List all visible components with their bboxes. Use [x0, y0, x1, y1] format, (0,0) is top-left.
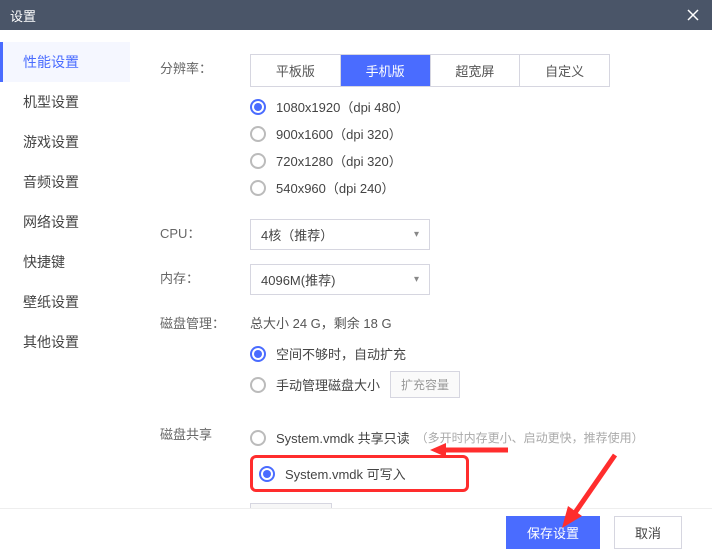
- radio-icon: [250, 430, 266, 446]
- close-icon[interactable]: [684, 6, 702, 24]
- label-cpu: CPU：: [160, 219, 250, 242]
- label-resolution: 分辨率：: [160, 54, 250, 77]
- radio-icon: [259, 466, 275, 482]
- cancel-button[interactable]: 取消: [614, 516, 682, 549]
- highlight-box: System.vmdk 可写入: [250, 455, 469, 492]
- sidebar-item-network[interactable]: 网络设置: [0, 202, 130, 242]
- radio-icon: [250, 153, 266, 169]
- tab-phone[interactable]: 手机版: [341, 55, 431, 86]
- resolution-tabs: 平板版 手机版 超宽屏 自定义: [250, 54, 610, 87]
- chevron-down-icon: ▾: [414, 229, 419, 240]
- radio-icon: [250, 180, 266, 196]
- disk-share-option-1[interactable]: System.vmdk 可写入: [259, 464, 406, 483]
- tab-tablet[interactable]: 平板版: [251, 55, 341, 86]
- sidebar-item-shortcut[interactable]: 快捷键: [0, 242, 130, 282]
- content-panel: 分辨率： 平板版 手机版 超宽屏 自定义 1080x1920（dpi 480） …: [130, 30, 712, 508]
- sidebar-item-performance[interactable]: 性能设置: [0, 42, 130, 82]
- sidebar-item-wallpaper[interactable]: 壁纸设置: [0, 282, 130, 322]
- radio-icon: [250, 99, 266, 115]
- sidebar: 性能设置 机型设置 游戏设置 音频设置 网络设置 快捷键 壁纸设置 其他设置: [0, 30, 130, 508]
- sidebar-item-audio[interactable]: 音频设置: [0, 162, 130, 202]
- disk-share-hint: （多开时内存更小、启动更快，推荐使用）: [416, 429, 644, 446]
- res-option-3[interactable]: 540x960（dpi 240）: [250, 178, 692, 197]
- tab-custom[interactable]: 自定义: [520, 55, 609, 86]
- radio-icon: [250, 377, 266, 393]
- disk-summary: 总大小 24 G，剩余 18 G: [250, 309, 692, 336]
- disk-mgmt-option-1[interactable]: 手动管理磁盘大小 扩充容量: [250, 371, 692, 398]
- cpu-select[interactable]: 4核（推荐） ▾: [250, 219, 430, 250]
- res-option-1[interactable]: 900x1600（dpi 320）: [250, 124, 692, 143]
- disk-mgmt-option-0[interactable]: 空间不够时，自动扩充: [250, 344, 692, 363]
- save-button[interactable]: 保存设置: [506, 516, 600, 549]
- sidebar-item-game[interactable]: 游戏设置: [0, 122, 130, 162]
- label-disk-share: 磁盘共享: [160, 420, 250, 443]
- footer: 保存设置 取消: [0, 508, 712, 556]
- memory-select[interactable]: 4096M(推荐) ▾: [250, 264, 430, 295]
- window-title: 设置: [10, 6, 36, 25]
- res-option-2[interactable]: 720x1280（dpi 320）: [250, 151, 692, 170]
- sidebar-item-device[interactable]: 机型设置: [0, 82, 130, 122]
- tab-ultrawide[interactable]: 超宽屏: [431, 55, 521, 86]
- chevron-down-icon: ▾: [414, 274, 419, 285]
- label-memory: 内存：: [160, 264, 250, 287]
- titlebar: 设置: [0, 0, 712, 30]
- sidebar-item-other[interactable]: 其他设置: [0, 322, 130, 362]
- expand-capacity-button[interactable]: 扩充容量: [390, 371, 460, 398]
- res-option-0[interactable]: 1080x1920（dpi 480）: [250, 97, 692, 116]
- radio-icon: [250, 346, 266, 362]
- radio-icon: [250, 126, 266, 142]
- disk-share-option-0[interactable]: System.vmdk 共享只读 （多开时内存更小、启动更快，推荐使用）: [250, 428, 692, 447]
- label-disk-mgmt: 磁盘管理：: [160, 309, 250, 332]
